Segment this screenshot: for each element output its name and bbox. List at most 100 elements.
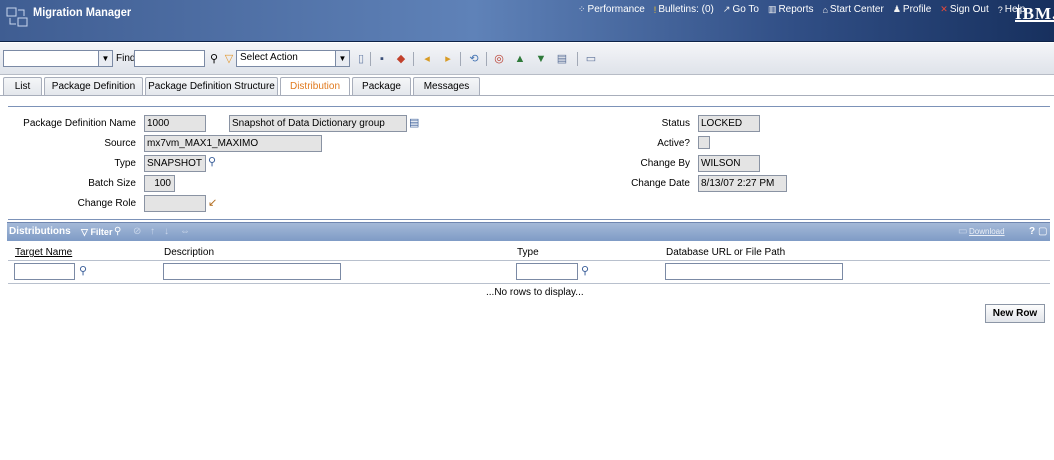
new-row-button[interactable]: New Row bbox=[985, 304, 1045, 323]
tab-messages[interactable]: Messages bbox=[413, 77, 480, 95]
nav-performance-label: Performance bbox=[587, 4, 645, 15]
nav-bulletins[interactable]: ! Bulletins: (0) bbox=[654, 4, 714, 15]
filter-button[interactable]: ▽ Filter bbox=[81, 227, 112, 238]
section-divider bbox=[8, 106, 1050, 107]
active-label: Active? bbox=[657, 138, 690, 149]
app-title: Migration Manager bbox=[33, 5, 132, 19]
long-description-icon[interactable]: ▤ bbox=[409, 116, 419, 129]
performance-icon: ⁘ bbox=[578, 4, 586, 14]
row-divider bbox=[8, 283, 1050, 284]
title-banner: Migration Manager ⁘ Performance ! Bulletin… bbox=[0, 0, 1054, 42]
save-icon[interactable]: ▪ bbox=[375, 52, 389, 66]
clear-changes-icon[interactable]: ◆ bbox=[394, 52, 408, 66]
status-label: Status bbox=[661, 118, 690, 129]
binoculars-icon[interactable]: ⚲ bbox=[114, 226, 121, 237]
type-label: Type bbox=[114, 158, 136, 169]
change-by-field: WILSON bbox=[698, 155, 760, 172]
source-label: Source bbox=[104, 138, 136, 149]
tab-bar: List Package Definition Package Definiti… bbox=[0, 77, 1054, 96]
package-name-label: Package Definition Name bbox=[23, 118, 136, 129]
nav-reports[interactable]: ▥ Reports bbox=[768, 4, 814, 15]
lookup-magnifier-icon[interactable]: ⚲ bbox=[79, 264, 87, 277]
top-nav: ⁘ Performance ! Bulletins: (0) ↗ Go To ▥ Rep… bbox=[578, 4, 1025, 15]
nav-start-center[interactable]: ⌂ Start Center bbox=[822, 4, 883, 15]
select-action-value: Select Action bbox=[240, 52, 298, 63]
new-record-icon[interactable]: ▯ bbox=[354, 52, 368, 66]
toolbar-divider bbox=[577, 52, 578, 66]
previous-record-icon[interactable]: ◂ bbox=[420, 52, 434, 66]
nav-goto[interactable]: ↗ Go To bbox=[723, 4, 759, 15]
arrow-up-icon[interactable]: ↑ bbox=[150, 226, 155, 237]
active-checkbox[interactable] bbox=[698, 136, 710, 149]
col-target-name[interactable]: Target Name bbox=[15, 247, 72, 258]
toolbar: ▼ Find: ⚲ ▽ Select Action ▼ ▯ ▪ ◆ ◂ ▸ ⟲ … bbox=[0, 43, 1054, 75]
next-record-icon[interactable]: ▸ bbox=[441, 52, 455, 66]
status-field: LOCKED bbox=[698, 115, 760, 132]
deploy-icon[interactable]: ▲ bbox=[513, 52, 527, 66]
arrow-down-icon[interactable]: ↓ bbox=[164, 226, 169, 237]
goto-icon: ↗ bbox=[722, 4, 731, 14]
package-icon[interactable]: ▤ bbox=[555, 52, 569, 66]
tab-distribution[interactable]: Distribution bbox=[280, 77, 350, 96]
document-icon[interactable]: ▭ bbox=[584, 52, 598, 66]
distributions-title: Distributions bbox=[9, 226, 71, 237]
arrow-left-right-icon[interactable]: ⇔ bbox=[180, 226, 190, 237]
help-icon: ? bbox=[997, 4, 1003, 15]
migration-manager-logo-icon bbox=[6, 7, 28, 27]
change-date-field: 8/13/07 2:27 PM bbox=[698, 175, 787, 192]
tab-package[interactable]: Package bbox=[352, 77, 411, 95]
profile-icon: ♟ bbox=[892, 4, 901, 14]
toolbar-divider bbox=[370, 52, 371, 66]
tab-divider bbox=[0, 95, 1054, 96]
nav-performance[interactable]: ⁘ Performance bbox=[578, 4, 645, 15]
tab-package-definition[interactable]: Package Definition bbox=[44, 77, 143, 95]
target-icon[interactable]: ◎ bbox=[492, 52, 506, 66]
nav-profile-label: Profile bbox=[902, 4, 932, 15]
select-action-dropdown[interactable]: Select Action ▼ bbox=[236, 50, 350, 67]
lookup-magnifier-icon[interactable]: ⚲ bbox=[581, 264, 589, 277]
nav-bulletins-label: Bulletins: (0) bbox=[658, 4, 714, 15]
source-field: mx7vm_MAX1_MAXIMO bbox=[144, 135, 322, 152]
filter-funnel-icon[interactable]: ▽ bbox=[222, 52, 236, 66]
toolbar-divider bbox=[486, 52, 487, 66]
download-link[interactable]: Download bbox=[969, 227, 1005, 236]
maximize-icon[interactable]: ▢ bbox=[1038, 226, 1047, 237]
lookup-magnifier-icon[interactable]: ⚲ bbox=[208, 155, 216, 168]
nav-start-center-label: Start Center bbox=[829, 4, 884, 15]
col-type[interactable]: Type bbox=[517, 247, 539, 258]
refresh-icon[interactable]: ⟲ bbox=[467, 52, 481, 66]
binoculars-icon[interactable]: ⚲ bbox=[207, 52, 221, 66]
filter-type-input[interactable] bbox=[516, 263, 578, 280]
tab-list[interactable]: List bbox=[3, 77, 42, 95]
filter-database-url-input[interactable] bbox=[665, 263, 843, 280]
nav-reports-label: Reports bbox=[778, 4, 814, 15]
filter-description-input[interactable] bbox=[163, 263, 341, 280]
download-icon[interactable]: ▭ bbox=[958, 226, 967, 237]
nav-profile[interactable]: ♟ Profile bbox=[893, 4, 931, 15]
help-icon[interactable]: ? bbox=[1029, 226, 1035, 237]
filter-funnel-icon: ▽ bbox=[81, 227, 88, 237]
row-divider bbox=[8, 260, 1050, 261]
nav-sign-out[interactable]: ✕ Sign Out bbox=[940, 4, 988, 15]
filter-target-name-input[interactable] bbox=[14, 263, 75, 280]
type-field: SNAPSHOT bbox=[144, 155, 206, 172]
nav-sign-out-label: Sign Out bbox=[949, 4, 989, 15]
section-divider bbox=[8, 219, 1050, 220]
select-value-icon[interactable]: ↙ bbox=[208, 196, 217, 209]
saved-query-select[interactable]: ▼ bbox=[3, 50, 113, 67]
find-input[interactable] bbox=[134, 50, 205, 67]
ibm-logo: IBM. bbox=[1015, 4, 1054, 23]
chevron-down-icon[interactable]: ▼ bbox=[98, 51, 112, 66]
toolbar-divider bbox=[413, 52, 414, 66]
distribute-icon[interactable]: ▼ bbox=[534, 52, 548, 66]
change-role-label: Change Role bbox=[77, 198, 136, 209]
tab-package-definition-structure[interactable]: Package Definition Structure bbox=[145, 77, 278, 95]
change-by-label: Change By bbox=[640, 158, 690, 169]
col-description[interactable]: Description bbox=[164, 247, 214, 258]
chevron-down-icon[interactable]: ▼ bbox=[335, 51, 349, 66]
package-description-field[interactable]: Snapshot of Data Dictionary group bbox=[229, 115, 407, 132]
clear-filter-icon[interactable]: ⊘ bbox=[133, 226, 141, 237]
col-database-url[interactable]: Database URL or File Path bbox=[666, 247, 785, 258]
change-role-field[interactable] bbox=[144, 195, 206, 212]
package-name-field[interactable]: 1000 bbox=[144, 115, 206, 132]
